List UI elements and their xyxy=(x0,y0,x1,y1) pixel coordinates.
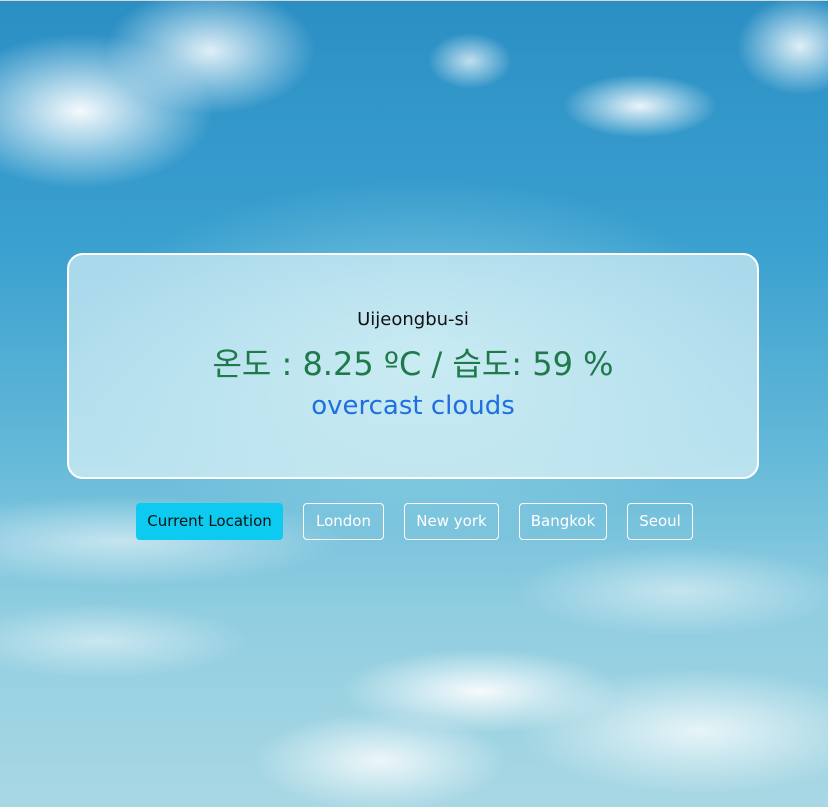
seoul-button[interactable]: Seoul xyxy=(627,503,693,540)
temperature-humidity-reading: 온도 : 8.25 ºC / 습도: 59 % xyxy=(212,345,614,383)
city-button-group: Current Location London New york Bangkok… xyxy=(0,503,828,541)
new-york-button[interactable]: New york xyxy=(404,503,499,540)
london-button[interactable]: London xyxy=(303,503,384,540)
weather-card: Uijeongbu-si 온도 : 8.25 ºC / 습도: 59 % ove… xyxy=(67,253,759,479)
city-name: Uijeongbu-si xyxy=(357,309,469,330)
current-location-button[interactable]: Current Location xyxy=(136,503,283,540)
weather-page: Uijeongbu-si 온도 : 8.25 ºC / 습도: 59 % ove… xyxy=(0,0,828,807)
bangkok-button[interactable]: Bangkok xyxy=(519,503,607,540)
weather-description: overcast clouds xyxy=(311,391,515,421)
